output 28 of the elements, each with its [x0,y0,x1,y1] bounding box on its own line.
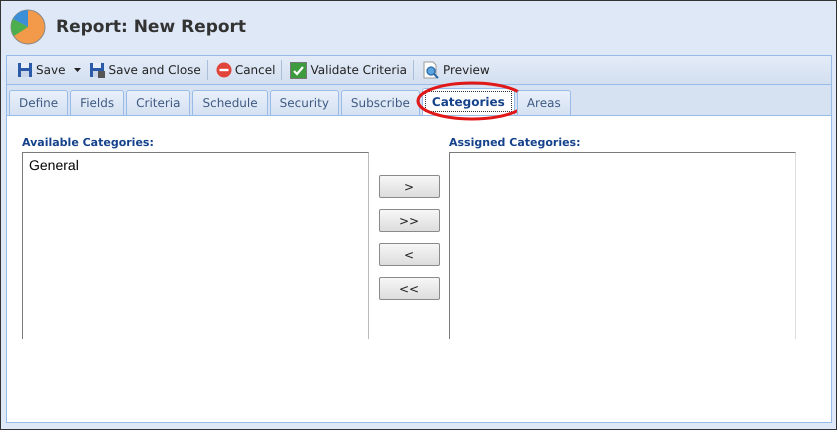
preview-button[interactable]: Preview [418,58,494,82]
magnifier-document-icon [422,61,440,79]
available-categories-list[interactable]: General [22,152,369,339]
tab[interactable]: Areas [516,90,571,115]
cancel-button[interactable]: Cancel [212,60,282,80]
assigned-categories-label: Assigned Categories: [449,136,582,149]
move-button[interactable]: > [378,175,440,198]
pie-chart-icon [10,9,46,45]
available-categories-label: Available Categories: [22,136,155,149]
tab[interactable]: Subscribe [340,90,420,115]
minus-circle-icon [216,62,232,78]
assigned-categories-list[interactable] [449,152,796,339]
move-button[interactable]: < [378,243,440,266]
save-close-button[interactable]: Save and Close [85,60,208,80]
tab[interactable]: Security [270,90,339,115]
window-title: Report: New Report [56,17,246,37]
tab[interactable]: Define [9,90,68,115]
tab[interactable]: Categories [422,88,515,115]
tab[interactable]: Fields [70,90,124,115]
tab[interactable]: Criteria [126,90,190,115]
dropdown-arrow-icon [74,68,82,72]
checkbox-icon [290,62,308,78]
move-button[interactable]: << [378,277,440,300]
move-button[interactable]: >> [378,209,440,232]
save-button[interactable]: Save [13,58,86,82]
validate-button[interactable]: Validate Criteria [286,60,414,80]
tab[interactable]: Schedule [192,90,268,115]
list-item[interactable]: General [23,153,368,177]
